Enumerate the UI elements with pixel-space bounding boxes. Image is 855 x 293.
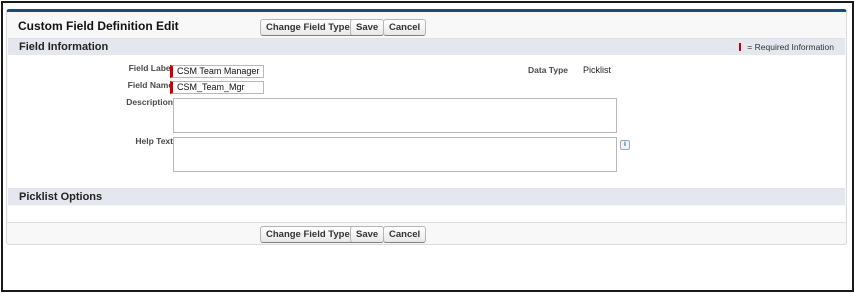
field-label-input[interactable]: CSM Team Manager bbox=[170, 65, 264, 78]
bottom-button-bar: Change Field Type Save Cancel bbox=[7, 222, 846, 245]
top-button-bar: Custom Field Definition Edit Change Fiel… bbox=[7, 12, 846, 38]
required-legend: = Required Information bbox=[739, 42, 834, 52]
screenshot-frame: Custom Field Definition Edit Change Fiel… bbox=[1, 1, 854, 292]
save-button[interactable]: Save bbox=[350, 19, 385, 36]
data-type-value: Picklist bbox=[583, 65, 612, 75]
required-legend-text: = Required Information bbox=[747, 42, 834, 52]
picklist-options-header: Picklist Options bbox=[8, 188, 845, 205]
change-field-type-button-bottom[interactable]: Change Field Type bbox=[260, 226, 356, 243]
cancel-button-bottom[interactable]: Cancel bbox=[383, 226, 427, 243]
field-name-input[interactable]: CSM_Team_Mgr bbox=[170, 81, 264, 94]
edit-page-block: Custom Field Definition Edit Change Fiel… bbox=[6, 9, 847, 245]
field-information-body: Field Label CSM Team Manager Field Name … bbox=[8, 55, 845, 188]
help-text-label: Help Text bbox=[135, 136, 173, 146]
description-label: Description bbox=[126, 97, 173, 107]
page-title: Custom Field Definition Edit bbox=[18, 19, 179, 33]
help-text-textarea[interactable] bbox=[173, 137, 617, 172]
data-type-label: Data Type bbox=[528, 65, 568, 75]
field-label-label: Field Label bbox=[128, 63, 173, 73]
field-information-header: Field Information = Required Information bbox=[8, 38, 845, 55]
field-name-label: Field Name bbox=[127, 80, 173, 90]
save-button-bottom[interactable]: Save bbox=[350, 226, 385, 243]
description-textarea[interactable] bbox=[173, 98, 617, 133]
required-marker-icon bbox=[739, 43, 742, 51]
picklist-options-body bbox=[8, 206, 845, 222]
cancel-button[interactable]: Cancel bbox=[383, 19, 427, 36]
change-field-type-button[interactable]: Change Field Type bbox=[260, 19, 356, 36]
picklist-options-title: Picklist Options bbox=[19, 191, 103, 203]
field-information-title: Field Information bbox=[19, 41, 109, 53]
info-icon[interactable]: i bbox=[620, 140, 630, 150]
